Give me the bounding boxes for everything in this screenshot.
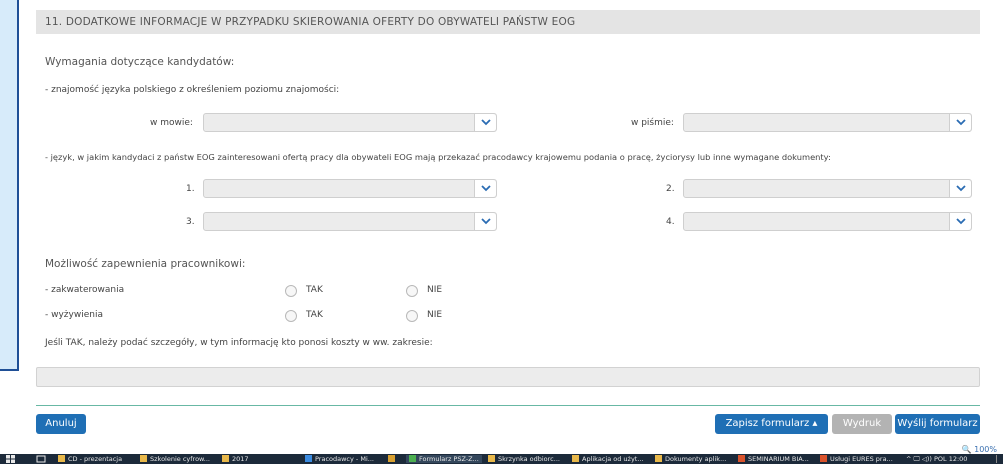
form-page: 11. DODATKOWE INFORMACJE W PRZYPADKU SKI…: [0, 0, 1003, 464]
details-label: Jeśli TAK, należy podać szczegóły, w tym…: [45, 338, 433, 348]
requirements-heading: Wymagania dotyczące kandydatów:: [45, 56, 235, 68]
taskbar-item-8[interactable]: Aplikacja od użyt...: [572, 455, 644, 463]
meals-label: - wyżywienia: [45, 310, 103, 320]
language-3-select[interactable]: [203, 212, 497, 231]
taskbar-item-1[interactable]: CD - prezentacja: [58, 455, 122, 463]
chevron-down-icon[interactable]: [474, 180, 496, 197]
speaking-label: w mowie:: [150, 118, 193, 128]
app-icon: [388, 455, 395, 462]
taskbar-item-2[interactable]: Szkolenie cyfrow...: [140, 455, 210, 463]
provision-heading: Możliwość zapewnienia pracownikowi:: [45, 258, 246, 270]
taskbar-item-5[interactable]: [388, 455, 398, 463]
meals-no-radio[interactable]: [406, 310, 418, 322]
accommodation-no-radio[interactable]: [406, 285, 418, 297]
accommodation-no-label: NIE: [427, 285, 443, 295]
chevron-down-icon[interactable]: [949, 180, 971, 197]
taskbar-item-11[interactable]: Usługi EURES pra...: [820, 455, 893, 463]
section-title: 11. DODATKOWE INFORMACJE W PRZYPADKU SKI…: [36, 10, 980, 34]
taskbar: CD - prezentacja Szkolenie cyfrow... 201…: [0, 454, 1003, 464]
taskbar-item-9[interactable]: Dokumenty aplik...: [655, 455, 726, 463]
accommodation-label: - zakwaterowania: [45, 285, 125, 295]
divider: [36, 405, 980, 406]
language-1-select[interactable]: [203, 179, 497, 198]
chrome-icon: [409, 455, 416, 462]
meals-yes-label: TAK: [306, 310, 323, 320]
print-button[interactable]: Wydruk: [832, 414, 892, 434]
language-2-select[interactable]: [683, 179, 972, 198]
folder-icon: [655, 455, 662, 462]
accommodation-yes-radio[interactable]: [285, 285, 297, 297]
taskbar-item-4[interactable]: Pracodawcy - Mi...: [305, 455, 374, 463]
folder-icon: [58, 455, 65, 462]
writing-label: w piśmie:: [631, 118, 674, 128]
language-2-label: 2.: [666, 184, 675, 194]
language-4-label: 4.: [666, 217, 675, 227]
folder-icon: [572, 455, 579, 462]
windows-start-icon[interactable]: [6, 455, 20, 463]
chevron-down-icon[interactable]: [474, 213, 496, 230]
meals-yes-radio[interactable]: [285, 310, 297, 322]
save-form-button[interactable]: Zapisz formularz ▴: [715, 414, 828, 434]
chevron-down-icon[interactable]: [949, 213, 971, 230]
taskbar-item-3[interactable]: 2017: [222, 455, 249, 463]
language-4-select[interactable]: [683, 212, 972, 231]
side-panel: [0, 0, 19, 371]
chevron-down-icon[interactable]: [474, 114, 496, 131]
documents-language-label: - język, w jakim kandydaci z państw EOG …: [45, 152, 831, 162]
speaking-level-select[interactable]: [203, 113, 497, 132]
show-desktop-button[interactable]: [996, 455, 1001, 463]
send-form-button[interactable]: Wyślij formularz: [895, 414, 980, 434]
folder-icon: [222, 455, 229, 462]
ppt-icon: [820, 455, 827, 462]
taskbar-item-10[interactable]: SEMINARIUM BIA...: [738, 455, 809, 463]
accommodation-yes-label: TAK: [306, 285, 323, 295]
taskbar-item-6[interactable]: Formularz PSZ-Z...: [406, 455, 482, 463]
cancel-button[interactable]: Anuluj: [36, 414, 86, 434]
zoom-indicator[interactable]: 🔍 100%: [962, 445, 997, 454]
ie-icon: [305, 455, 312, 462]
polish-knowledge-label: - znajomość języka polskiego z określeni…: [45, 85, 340, 95]
mail-icon: [488, 455, 495, 462]
folder-icon: [140, 455, 147, 462]
language-3-label: 3.: [186, 217, 195, 227]
chevron-down-icon[interactable]: [949, 114, 971, 131]
taskbar-item-7[interactable]: Skrzynka odbiorc...: [488, 455, 560, 463]
system-tray[interactable]: ^ 🖵 ◁)) POL 12:00: [906, 455, 967, 463]
language-1-label: 1.: [186, 184, 195, 194]
ppt-icon: [738, 455, 745, 462]
details-input[interactable]: [36, 367, 980, 387]
meals-no-label: NIE: [427, 310, 443, 320]
writing-level-select[interactable]: [683, 113, 972, 132]
task-view-icon[interactable]: [36, 455, 46, 463]
